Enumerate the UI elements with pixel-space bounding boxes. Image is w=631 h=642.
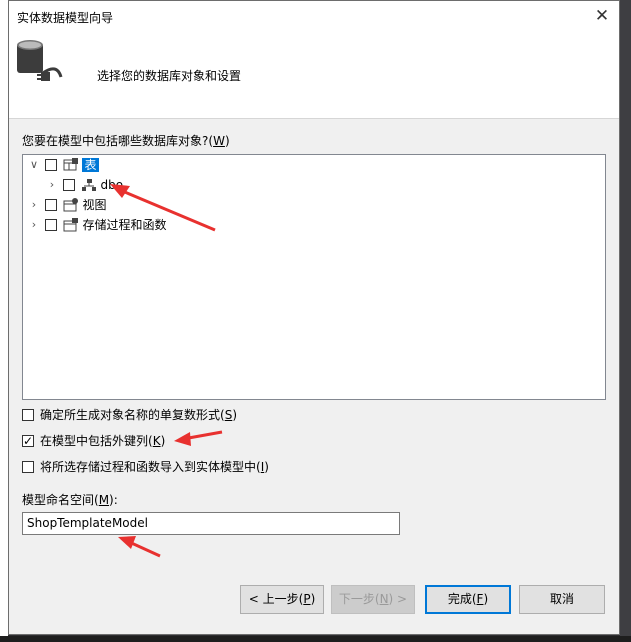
tree-node-label: 视图 xyxy=(82,198,107,212)
previous-button[interactable]: < 上一步(P) xyxy=(240,585,324,614)
finish-button[interactable]: 完成(F) xyxy=(425,585,511,614)
database-connect-icon xyxy=(17,40,63,81)
entity-data-model-wizard: 实体数据模型向导 ✕ 选择您的数据库对象和设置 您要在模型中包括哪些数据库对象?… xyxy=(8,0,620,635)
close-icon[interactable]: ✕ xyxy=(585,1,619,31)
option-foreign-keys[interactable]: 在模型中包括外键列(K) xyxy=(22,433,165,449)
procedures-checkbox[interactable] xyxy=(44,218,57,231)
database-objects-tree[interactable]: ∨ 表 › dbo › 视图 › 存储过程和函数 xyxy=(22,154,606,400)
foreign-keys-checkbox[interactable] xyxy=(22,433,34,449)
window-title: 实体数据模型向导 xyxy=(17,11,114,25)
tables-checkbox[interactable] xyxy=(44,158,57,171)
tree-node-label: 表 xyxy=(82,158,99,172)
chevron-down-icon[interactable]: ∨ xyxy=(27,155,41,175)
title-bar: 实体数据模型向导 ✕ xyxy=(9,1,619,31)
header-title: 选择您的数据库对象和设置 xyxy=(97,69,242,83)
schema-icon xyxy=(81,178,96,191)
view-icon xyxy=(63,197,78,211)
chevron-right-icon[interactable]: › xyxy=(27,215,41,235)
tree-node-label: 存储过程和函数 xyxy=(82,218,167,232)
views-checkbox[interactable] xyxy=(44,198,57,211)
pluralize-checkbox[interactable] xyxy=(22,408,34,421)
background-ide-left xyxy=(0,0,8,642)
import-procedures-checkbox[interactable] xyxy=(22,460,34,473)
chevron-right-icon[interactable]: › xyxy=(45,175,59,195)
dbo-checkbox[interactable] xyxy=(62,178,75,191)
cancel-button[interactable]: 取消 xyxy=(519,585,605,614)
tree-label: 您要在模型中包括哪些数据库对象?(W) xyxy=(22,134,230,148)
tree-node-label: dbo xyxy=(100,178,124,192)
namespace-label: 模型命名空间(M): xyxy=(22,493,118,507)
stored-procedure-icon xyxy=(63,217,78,231)
background-ide-right xyxy=(620,0,631,642)
next-button[interactable]: 下一步(N) > xyxy=(331,585,415,614)
wizard-header: 选择您的数据库对象和设置 xyxy=(9,31,619,119)
background-ide-bottom xyxy=(0,636,631,642)
table-icon xyxy=(63,157,78,170)
tree-node-dbo[interactable]: › dbo xyxy=(45,175,123,195)
option-pluralize[interactable]: 确定所生成对象名称的单复数形式(S) xyxy=(22,407,237,423)
namespace-input[interactable]: ShopTemplateModel xyxy=(22,512,400,535)
tree-node-tables[interactable]: ∨ 表 xyxy=(27,155,99,175)
tree-node-views[interactable]: › 视图 xyxy=(27,195,107,215)
option-import-procedures[interactable]: 将所选存储过程和函数导入到实体模型中(I) xyxy=(22,459,269,475)
tree-node-stored-procedures[interactable]: › 存储过程和函数 xyxy=(27,215,167,235)
chevron-right-icon[interactable]: › xyxy=(27,195,41,215)
